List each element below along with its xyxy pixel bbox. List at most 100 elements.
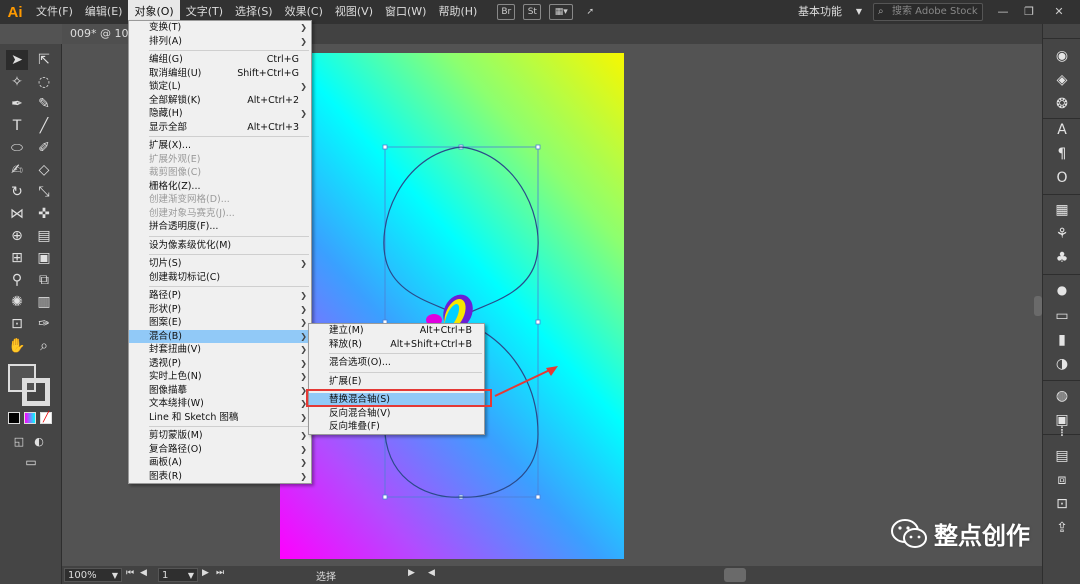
gradient-panel-icon[interactable]: ▮ — [1052, 330, 1072, 350]
minimize-icon[interactable]: — — [990, 3, 1016, 21]
gradient-tool-icon[interactable]: ▣ — [33, 248, 55, 268]
pen-tool-icon[interactable]: ✒ — [6, 94, 28, 114]
menu-item[interactable]: 反向混合轴(V) — [309, 407, 484, 421]
bridge-icon[interactable]: Br — [497, 4, 516, 20]
screen-mode-icon[interactable]: ▭ — [20, 452, 42, 472]
menu-item[interactable]: 扩展(E) — [309, 375, 484, 389]
line-tool-icon[interactable]: ╱ — [33, 116, 55, 136]
menu-item[interactable]: 栅格化(Z)... — [129, 180, 311, 194]
symbol-sprayer-tool-icon[interactable]: ✺ — [6, 292, 28, 312]
scale-tool-icon[interactable]: ⤡ — [33, 182, 55, 202]
blend-tool-icon[interactable]: ⧉ — [33, 270, 55, 290]
menu-help[interactable]: 帮助(H) — [432, 0, 483, 24]
menu-item[interactable]: 画板(A) ❯ — [129, 456, 311, 470]
menu-item[interactable]: 变换(T) ❯ — [129, 21, 311, 35]
menu-window[interactable]: 窗口(W) — [379, 0, 432, 24]
stock-icon[interactable]: St — [523, 4, 542, 20]
menu-item[interactable]: 排列(A) ❯ — [129, 35, 311, 49]
menu-item[interactable]: 显示全部 Alt+Ctrl+3 — [129, 121, 311, 135]
previous-icon[interactable]: ◀ — [140, 568, 147, 578]
next-icon[interactable]: ▶ — [202, 568, 209, 578]
menu-item[interactable]: 图案(E) ❯ — [129, 316, 311, 330]
zoom-tool-icon[interactable]: ⌕ — [33, 336, 55, 356]
mesh-tool-icon[interactable]: ⊞ — [6, 248, 28, 268]
eyedropper-tool-icon[interactable]: ⚲ — [6, 270, 28, 290]
menu-item[interactable]: 图像描摹 ❯ — [129, 384, 311, 398]
brushes-icon[interactable]: ⚘ — [1052, 224, 1072, 244]
artboard-number-field[interactable]: 1 ▼ — [158, 568, 198, 582]
menu-item[interactable]: 路径(P) ❯ — [129, 289, 311, 303]
slice-tool-icon[interactable]: ✑ — [33, 314, 55, 334]
type-tool-icon[interactable]: T — [6, 116, 28, 136]
menu-item[interactable]: 混合(B) ❯ — [129, 329, 311, 343]
menu-item[interactable]: 透视(P) ❯ — [129, 357, 311, 371]
none-mode-icon[interactable]: ╱ — [40, 412, 52, 424]
draw-behind-icon[interactable]: ◐ — [28, 432, 50, 452]
opentype-icon[interactable]: O — [1052, 168, 1072, 188]
menu-item[interactable]: 混合选项(O)... — [309, 356, 484, 370]
paintbrush-tool-icon[interactable]: ✐ — [33, 138, 55, 158]
adobe-stock-search[interactable]: ⌕ 搜索 Adobe Stock — [873, 3, 983, 21]
transparency-icon[interactable]: ◑ — [1052, 354, 1072, 374]
align-icon[interactable]: ⁞ — [1052, 422, 1072, 442]
transform-icon[interactable]: ▤ — [1052, 446, 1072, 466]
libraries-icon[interactable]: ❂ — [1052, 94, 1072, 114]
menu-item[interactable]: Line 和 Sketch 图稿 ❯ — [129, 411, 311, 425]
menu-item[interactable]: 全部解锁(K) Alt+Ctrl+2 — [129, 94, 311, 108]
menu-item[interactable]: 建立(M) Alt+Ctrl+B — [309, 324, 484, 338]
paragraph-icon[interactable]: ¶ — [1052, 144, 1072, 164]
layers-icon[interactable]: ◈ — [1052, 70, 1072, 90]
menu-item[interactable]: 释放(R) Alt+Shift+Ctrl+B — [309, 338, 484, 352]
direct-selection-tool-icon[interactable]: ⇱ — [33, 50, 55, 70]
magic-wand-tool-icon[interactable]: ✧ — [6, 72, 28, 92]
restore-icon[interactable]: ❐ — [1016, 3, 1042, 21]
ellipse-tool-icon[interactable]: ⬭ — [6, 138, 28, 158]
close-icon[interactable]: ✕ — [1046, 3, 1072, 21]
vertical-scrollbar-thumb[interactable] — [1034, 296, 1042, 316]
menu-item[interactable]: 图表(R) ❯ — [129, 470, 311, 484]
stroke-swatch[interactable] — [22, 378, 50, 406]
swatches-icon[interactable]: ▦ — [1052, 200, 1072, 220]
horizontal-scrollbar-thumb[interactable] — [724, 568, 746, 582]
menu-item[interactable]: 形状(P) ❯ — [129, 303, 311, 317]
menu-item[interactable]: 锁定(L) ❯ — [129, 80, 311, 94]
color-panel-icon[interactable]: ◉ — [1052, 46, 1072, 66]
rotate-tool-icon[interactable]: ↻ — [6, 182, 28, 202]
pathfinder-icon[interactable]: ⧈ — [1052, 470, 1072, 490]
menu-item[interactable]: 文本绕排(W) ❯ — [129, 397, 311, 411]
arrange-documents-icon[interactable]: ▦▾ — [549, 4, 574, 20]
menu-file[interactable]: 文件(F) — [30, 0, 79, 24]
hand-tool-icon[interactable]: ✋ — [6, 336, 28, 356]
lasso-tool-icon[interactable]: ◌ — [33, 72, 55, 92]
scroll-left-icon[interactable]: ◀ — [428, 568, 435, 578]
menu-item[interactable]: 切片(S) ❯ — [129, 257, 311, 271]
zoom-field[interactable]: 100% ▼ — [64, 568, 122, 582]
shape-builder-tool-icon[interactable]: ⊕ — [6, 226, 28, 246]
dock-grip[interactable] — [1043, 38, 1080, 44]
character-icon[interactable]: A — [1052, 120, 1072, 140]
last-artboard-icon[interactable]: ⏭ — [216, 568, 224, 578]
selection-tool-icon[interactable]: ➤ — [6, 50, 28, 70]
perspective-grid-tool-icon[interactable]: ▤ — [33, 226, 55, 246]
menu-view[interactable]: 视图(V) — [329, 0, 379, 24]
workspace-switcher[interactable]: 基本功能 ▼ — [790, 2, 866, 22]
gpu-rocket-icon[interactable]: ➚ — [581, 4, 599, 20]
gradient-mode-icon[interactable] — [24, 412, 36, 424]
menu-item[interactable]: 扩展(X)... — [129, 139, 311, 153]
color-mode-icon[interactable] — [8, 412, 20, 424]
column-graph-tool-icon[interactable]: ▥ — [33, 292, 55, 312]
draw-normal-icon[interactable]: ◱ — [8, 432, 30, 452]
menu-item[interactable]: 取消编组(U) Shift+Ctrl+G — [129, 67, 311, 81]
menu-item[interactable]: 创建裁切标记(C) — [129, 271, 311, 285]
symbols-icon[interactable]: ♣ — [1052, 248, 1072, 268]
menu-item[interactable]: 封套扭曲(V) ❯ — [129, 343, 311, 357]
prev-artboard-icon[interactable]: ⏮ — [126, 568, 134, 578]
width-tool-icon[interactable]: ⋈ — [6, 204, 28, 224]
menu-item[interactable]: 设为像素级优化(M) — [129, 239, 311, 253]
puppet-warp-tool-icon[interactable]: ✜ — [33, 204, 55, 224]
scroll-knob-icon[interactable]: ● — [1052, 280, 1072, 300]
menu-item[interactable]: 拼合透明度(F)... — [129, 220, 311, 234]
menu-item[interactable]: 反向堆叠(F) — [309, 420, 484, 434]
artboard-tool-icon[interactable]: ⊡ — [6, 314, 28, 334]
menu-item[interactable]: 编组(G) Ctrl+G — [129, 53, 311, 67]
